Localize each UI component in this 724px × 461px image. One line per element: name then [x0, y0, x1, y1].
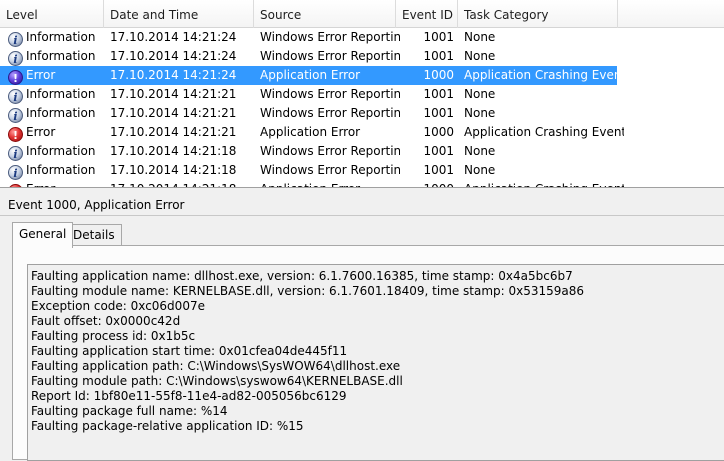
event-datetime: 17.10.2014 14:21:21: [110, 125, 237, 139]
error-icon: !: [8, 127, 23, 142]
event-row[interactable]: i Information 17.10.2014 14:21:18 Windows E…: [0, 161, 617, 180]
event-level: i Information: [8, 47, 104, 66]
event-detail-title: Event 1000, Application Error: [0, 194, 724, 216]
info-icon: i: [8, 165, 23, 180]
event-source: Windows Error Reporting: [260, 144, 400, 158]
event-source: Windows Error Reporting: [260, 49, 400, 63]
event-id: 1000: [423, 68, 454, 82]
event-row[interactable]: i Information 17.10.2014 14:21:21 Windows E…: [0, 104, 617, 123]
event-source: Windows Error Reporting: [260, 30, 400, 44]
event-datetime: 17.10.2014 14:21:24: [110, 30, 237, 44]
event-task-category: None: [464, 49, 496, 63]
event-level: !Error: [8, 66, 104, 85]
event-datetime: 17.10.2014 14:21:24: [110, 68, 237, 82]
error-icon: !: [8, 70, 23, 85]
event-task-category: None: [464, 87, 496, 101]
tab-details[interactable]: Details: [66, 224, 122, 246]
info-icon: i: [8, 32, 23, 47]
info-icon: i: [8, 89, 23, 104]
info-icon: i: [8, 108, 23, 123]
event-id: 1001: [423, 106, 454, 120]
description-line: Faulting application start time: 0x01cfe…: [31, 344, 348, 358]
event-id: 1001: [423, 30, 454, 44]
event-source: Application Error: [260, 125, 361, 139]
general-tab-panel: Faulting application name: dllhost.exe, …: [12, 245, 724, 461]
description-line: Faulting package full name: %14: [31, 404, 228, 418]
column-header-datetime[interactable]: Date and Time: [104, 0, 254, 28]
event-level-label: Information: [26, 106, 96, 120]
description-line: Report Id: 1bf80e11-55f8-11e4-ad82-00505…: [31, 389, 347, 403]
description-line: Faulting process id: 0x1b5c: [31, 329, 196, 343]
event-row[interactable]: i Information 17.10.2014 14:21:24 Windows E…: [0, 28, 617, 47]
event-id: 1001: [423, 163, 454, 177]
event-level: i Information: [8, 28, 104, 47]
event-row[interactable]: ! Error 17.10.2014 14:21:21 Application Err…: [0, 123, 624, 142]
description-line: Faulting application path: C:\Windows\Sy…: [31, 359, 401, 373]
event-level: i Information: [8, 142, 104, 161]
event-level: i Information: [8, 85, 104, 104]
description-line: Faulting package-relative application ID…: [31, 419, 304, 433]
event-id: 1001: [423, 87, 454, 101]
event-row-selected[interactable]: ! Error 17.10.2014 14:21:24 Application Err…: [0, 66, 624, 85]
event-level: i Information: [8, 161, 104, 180]
description-line: Faulting module name: KERNELBASE.dll, ve…: [31, 284, 585, 298]
event-level-label: Information: [26, 163, 96, 177]
error-icon: !: [8, 184, 23, 187]
event-task-category: Application Crashing Events: [464, 125, 624, 139]
description-line: Faulting module path: C:\Windows\syswow6…: [31, 374, 403, 388]
event-id: 1000: [423, 125, 454, 139]
event-level: i Information: [8, 104, 104, 123]
description-line: Fault offset: 0x0000c42d: [31, 314, 181, 328]
event-datetime: 17.10.2014 14:21:21: [110, 106, 237, 120]
event-id: 1000: [396, 180, 454, 187]
event-id: 1001: [423, 144, 454, 158]
event-task-category: None: [464, 163, 496, 177]
column-header-level[interactable]: Level: [0, 0, 104, 28]
event-id: 1001: [423, 49, 454, 63]
event-source: Windows Error Reporting: [260, 163, 400, 177]
event-datetime: 17.10.2014 14:21:21: [110, 87, 237, 101]
event-level-label: Error: [26, 125, 56, 139]
event-level-label: Error: [26, 182, 55, 187]
event-datetime: 17.10.2014 14:21:18: [110, 180, 255, 187]
event-row[interactable]: !Error 17.10.2014 14:21:18 Application Err…: [0, 180, 624, 187]
event-level-label: Error: [26, 68, 56, 82]
tab-general[interactable]: General: [12, 222, 74, 248]
description-line: Exception code: 0xc06d007e: [31, 299, 205, 313]
event-list-header: Level Date and Time Source Event ID Task…: [0, 0, 724, 28]
event-level-label: Information: [26, 144, 96, 158]
event-level: !Error: [8, 180, 104, 187]
event-row[interactable]: i Information 17.10.2014 14:21:18 Windows E…: [0, 142, 617, 161]
event-source: Application Error: [260, 68, 361, 82]
event-description-box[interactable]: Faulting application name: dllhost.exe, …: [27, 264, 724, 461]
event-task-category: None: [464, 106, 496, 120]
event-source: Windows Error Reporting: [260, 87, 400, 101]
event-datetime: 17.10.2014 14:21:18: [110, 144, 237, 158]
event-task-category: None: [464, 30, 496, 44]
event-task-category: Application Crashing Events: [464, 68, 624, 82]
info-icon: i: [8, 51, 23, 66]
column-header-event-id[interactable]: Event ID: [396, 0, 458, 28]
event-level-label: Information: [26, 87, 96, 101]
column-header-task-category[interactable]: Task Category: [458, 0, 618, 28]
event-source: Application Error: [260, 180, 400, 187]
description-line: Faulting application name: dllhost.exe, …: [31, 269, 573, 283]
event-task-category: None: [464, 144, 496, 158]
event-level-label: Information: [26, 49, 96, 63]
event-datetime: 17.10.2014 14:21:24: [110, 49, 237, 63]
column-header-source[interactable]: Source: [254, 0, 396, 28]
event-task-category: Application Crashing Events: [464, 180, 624, 187]
event-level: !Error: [8, 123, 104, 142]
event-list[interactable]: Level Date and Time Source Event ID Task…: [0, 0, 724, 188]
event-level-label: Information: [26, 30, 96, 44]
event-source: Windows Error Reporting: [260, 106, 400, 120]
event-row[interactable]: i Information 17.10.2014 14:21:24 Windows E…: [0, 47, 617, 66]
event-row[interactable]: i Information 17.10.2014 14:21:21 Windows E…: [0, 85, 617, 104]
event-datetime: 17.10.2014 14:21:18: [110, 163, 237, 177]
info-icon: i: [8, 146, 23, 161]
